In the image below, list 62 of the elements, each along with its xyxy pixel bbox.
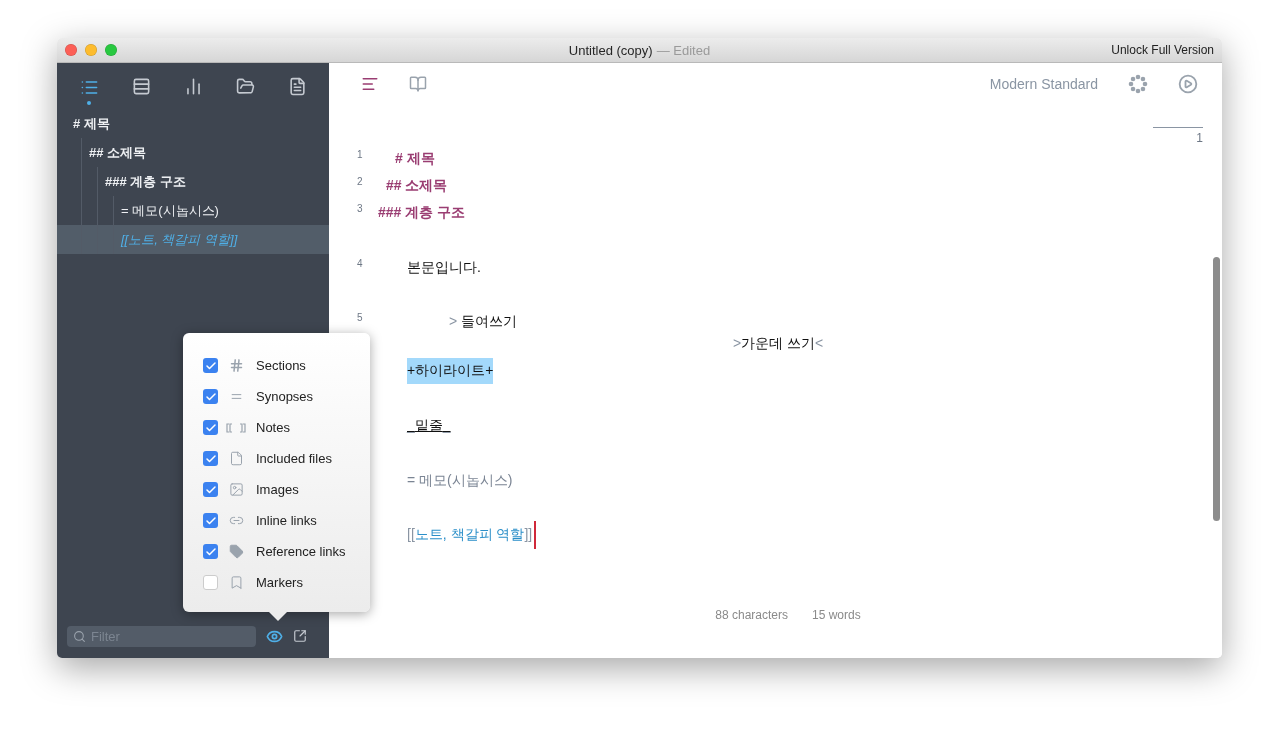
option-label: Inline links [256,513,317,528]
filter-option[interactable]: Sections [203,350,370,381]
checkbox[interactable] [203,451,218,466]
synopsis-text: = 메모(시놉시스) [407,471,513,490]
heading-text: ### 계층 구조 [378,203,466,222]
checkbox[interactable] [203,513,218,528]
option-label: Sections [256,358,306,373]
highlighted-text: +하이라이트+ [407,357,494,384]
filter-option[interactable]: Notes [203,412,370,443]
filter-option[interactable]: Included files [203,443,370,474]
selected-dot [87,100,91,105]
line-number: 4 [357,258,364,269]
search-icon [73,629,86,643]
cards-tab-icon[interactable] [131,76,151,96]
option-label: Images [256,482,299,497]
indented-text: > 들여쓰기 [449,312,518,331]
checkbox[interactable] [203,358,218,373]
line-number: 2 [357,176,364,187]
outline-item[interactable]: = 메모(시놉시스) [57,196,329,225]
option-label: Reference links [256,544,346,559]
character-count: 88 characters [715,608,788,624]
heading-text: # 제목 [395,149,435,168]
note-text: [[노트, 책갈피 역할]] [407,525,533,544]
unlock-link[interactable]: Unlock Full Version [1111,43,1214,57]
window-title: Untitled (copy) [568,42,653,58]
underlined-text: _밑줄_ [407,416,451,435]
zoom-button[interactable] [105,44,117,56]
body-text: 본문입니다. [407,258,481,277]
outline-item[interactable]: # 제목 [57,109,329,138]
filter-option[interactable]: Images [203,474,370,505]
outline-item[interactable]: ### 계층 구조 [57,167,329,196]
line-number: 5 [357,312,364,323]
option-label: Markers [256,575,303,590]
option-label: Synopses [256,389,314,404]
play-icon[interactable] [1178,74,1198,94]
option-label: Included files [256,451,332,466]
close-button[interactable] [65,44,77,56]
scrollbar[interactable] [1213,257,1220,521]
checkbox[interactable] [203,575,218,590]
filter-option[interactable]: Inline links [203,505,370,536]
text-cursor [534,520,537,549]
notes-icon [226,422,246,433]
line-number: 1 [357,149,364,160]
book-icon[interactable] [409,75,427,93]
align-left-icon[interactable] [361,75,379,93]
centered-text: >가운데 쓰기< [733,334,824,353]
word-count: 15 words [812,608,861,624]
filter-option[interactable]: Markers [203,567,370,598]
option-label: Notes [256,420,290,435]
checkbox[interactable] [203,389,218,404]
edited-status: — Edited [656,42,711,58]
checkbox[interactable] [203,420,218,435]
checkbox[interactable] [203,482,218,497]
document-tab-icon[interactable] [287,76,307,96]
outline-item[interactable]: ## 소제목 [57,138,329,167]
files-tab-icon[interactable] [235,76,255,96]
page-number: 1 [1153,127,1203,145]
filter-option[interactable]: Synopses [203,381,370,412]
filter-option[interactable]: Reference links [203,536,370,567]
heading-text: ## 소제목 [386,176,448,195]
checkbox[interactable] [203,544,218,559]
export-icon[interactable] [293,629,307,643]
